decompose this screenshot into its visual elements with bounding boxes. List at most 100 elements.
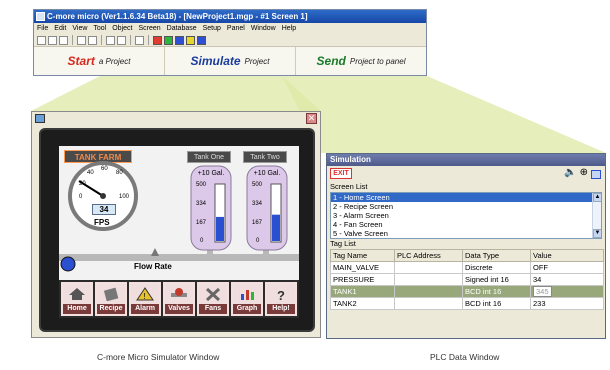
plc-address-cell bbox=[394, 285, 463, 298]
menu-setup[interactable]: Setup bbox=[203, 23, 221, 34]
menu-window[interactable]: Window bbox=[251, 23, 276, 34]
color-blue2-icon[interactable] bbox=[197, 35, 206, 45]
nav-home-button[interactable]: Home bbox=[61, 282, 93, 316]
data-type-cell: BCD int 16 bbox=[462, 297, 531, 310]
close-icon[interactable]: ✕ bbox=[306, 113, 317, 124]
color-green-icon[interactable] bbox=[164, 35, 173, 45]
gauge-tick-0: 0 bbox=[79, 194, 83, 200]
panel-icon[interactable] bbox=[77, 35, 86, 45]
tag-name-cell: TANK2 bbox=[330, 297, 395, 310]
nav-valves-label: Valves bbox=[165, 304, 193, 314]
menu-edit[interactable]: Edit bbox=[54, 23, 66, 34]
hmi-bezel: TANK FARM Tank One Tank Two 40 60 80 20 … bbox=[39, 128, 315, 332]
nav-alarm-button[interactable]: ! Alarm bbox=[129, 282, 161, 316]
step-simulate[interactable]: Simulate Project bbox=[165, 47, 296, 75]
toolbar-divider bbox=[101, 35, 102, 45]
color-yellow-icon[interactable] bbox=[186, 35, 195, 45]
menu-help[interactable]: Help bbox=[282, 23, 296, 34]
screen-list-scrollbar[interactable]: ▲ ▼ bbox=[592, 193, 601, 238]
tank-two-scale-334: 334 bbox=[252, 201, 263, 207]
col-tag-name[interactable]: Tag Name bbox=[330, 249, 395, 262]
screen-list-item[interactable]: 2 - Recipe Screen bbox=[331, 202, 601, 211]
step-start[interactable]: Start a Project bbox=[34, 47, 165, 75]
graph-icon bbox=[233, 284, 261, 304]
speaker-icon[interactable]: 🔈 bbox=[564, 167, 576, 179]
menu-screen[interactable]: Screen bbox=[138, 23, 160, 34]
menu-view[interactable]: View bbox=[72, 23, 87, 34]
scroll-down-icon[interactable]: ▼ bbox=[593, 229, 601, 238]
open-folder-icon[interactable] bbox=[48, 35, 57, 45]
tank-two-scale-500: 500 bbox=[252, 182, 263, 188]
menu-panel[interactable]: Panel bbox=[227, 23, 245, 34]
new-file-icon[interactable] bbox=[37, 35, 46, 45]
toolbar-divider bbox=[148, 35, 149, 45]
screen-list-item[interactable]: 3 - Alarm Screen bbox=[331, 211, 601, 220]
data-type-cell: Signed int 16 bbox=[462, 273, 531, 286]
col-plc-address[interactable]: PLC Address bbox=[394, 249, 463, 262]
value-edit-field[interactable]: 345 bbox=[533, 286, 552, 297]
screen-icon[interactable] bbox=[88, 35, 97, 45]
value-cell[interactable]: 34 bbox=[530, 273, 604, 286]
info-icon[interactable] bbox=[135, 35, 144, 45]
scroll-up-icon[interactable]: ▲ bbox=[593, 193, 601, 202]
tank-two-scale-0: 0 bbox=[256, 238, 260, 244]
value-cell[interactable]: 233 bbox=[530, 297, 604, 310]
nav-graph-label: Graph bbox=[233, 304, 261, 314]
color-red-icon[interactable] bbox=[153, 35, 162, 45]
table-row[interactable]: MAIN_VALVE Discrete OFF bbox=[330, 261, 604, 274]
app-window: C-more micro (Ver1.1.6.34 Beta18) - [New… bbox=[33, 9, 427, 76]
nav-graph-button[interactable]: Graph bbox=[231, 282, 263, 316]
tank-two-capacity: +10 Gal. bbox=[253, 170, 281, 177]
screen-list-item[interactable]: 5 - Valve Screen bbox=[331, 229, 601, 238]
nav-home-label: Home bbox=[63, 304, 91, 314]
simulator-titlebar: ✕ bbox=[32, 112, 320, 125]
toolbar-divider bbox=[130, 35, 131, 45]
nav-valves-button[interactable]: Valves bbox=[163, 282, 195, 316]
step-start-title: Start bbox=[67, 54, 95, 68]
gauge-value: 34 bbox=[92, 204, 116, 215]
nav-recipe-button[interactable]: Recipe bbox=[95, 282, 127, 316]
value-cell[interactable]: OFF bbox=[530, 261, 604, 274]
step-send[interactable]: Send Project to panel bbox=[296, 47, 426, 75]
col-data-type[interactable]: Data Type bbox=[462, 249, 531, 262]
save-icon[interactable] bbox=[59, 35, 68, 45]
app-titlebar: C-more micro (Ver1.1.6.34 Beta18) - [New… bbox=[34, 10, 426, 23]
preview-icon[interactable] bbox=[117, 35, 126, 45]
tank-two-level-fill bbox=[272, 214, 280, 241]
nav-help-button[interactable]: ? Help! bbox=[265, 282, 297, 316]
help-icon: ? bbox=[267, 284, 295, 304]
table-row[interactable]: TANK1 BCD int 16 345 bbox=[330, 285, 604, 298]
value-cell[interactable]: 345 bbox=[530, 285, 604, 298]
nav-fans-button[interactable]: Fans bbox=[197, 282, 229, 316]
exit-button[interactable]: EXIT bbox=[330, 168, 352, 179]
step-send-title: Send bbox=[316, 54, 346, 68]
plc-address-cell bbox=[394, 261, 463, 274]
menu-tool[interactable]: Tool bbox=[93, 23, 106, 34]
color-blue-icon[interactable] bbox=[175, 35, 184, 45]
simulator-caption: C-more Micro Simulator Window bbox=[97, 352, 220, 362]
home-icon bbox=[63, 284, 91, 304]
gauge-tick-20: 20 bbox=[79, 181, 86, 187]
col-value[interactable]: Value bbox=[530, 249, 604, 262]
screen-list-item[interactable]: 4 - Fan Screen bbox=[331, 220, 601, 229]
menu-object[interactable]: Object bbox=[112, 23, 132, 34]
window-icon[interactable] bbox=[591, 170, 601, 179]
svg-text:?: ? bbox=[277, 288, 285, 301]
tag-list-label: Tag List bbox=[330, 239, 356, 248]
plc-window-title: Simulation bbox=[327, 154, 605, 166]
print-icon[interactable] bbox=[106, 35, 115, 45]
gauge-tick-100: 100 bbox=[119, 194, 130, 200]
zoom-icon[interactable]: ⊕ bbox=[580, 167, 588, 179]
table-row[interactable]: PRESSURE Signed int 16 34 bbox=[330, 273, 604, 286]
screen-list-item[interactable]: 1 - Home Screen bbox=[331, 193, 601, 202]
menu-database[interactable]: Database bbox=[167, 23, 197, 34]
screen-list[interactable]: 1 - Home Screen 2 - Recipe Screen 3 - Al… bbox=[330, 192, 602, 239]
gauge-tick-60: 60 bbox=[101, 166, 108, 172]
data-type-cell: BCD int 16 bbox=[462, 285, 531, 298]
tank-two-scale-167: 167 bbox=[252, 220, 263, 226]
plc-tools: 🔈 ⊕ bbox=[564, 167, 601, 179]
table-row[interactable]: TANK2 BCD int 16 233 bbox=[330, 297, 604, 310]
menu-file[interactable]: File bbox=[37, 23, 48, 34]
hmi-screen: TANK FARM Tank One Tank Two 40 60 80 20 … bbox=[59, 146, 299, 318]
tank-one-scale-334: 334 bbox=[196, 201, 207, 207]
